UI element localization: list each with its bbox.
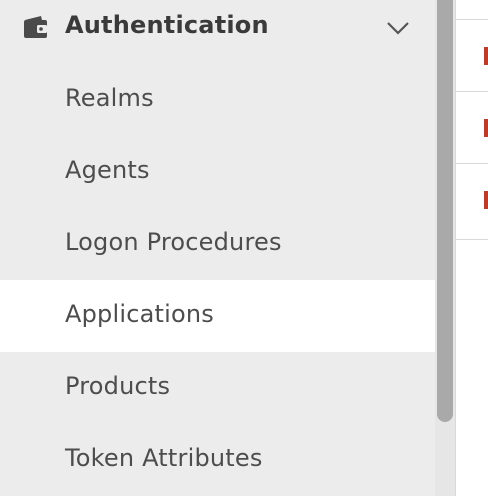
table-row[interactable]: [456, 92, 488, 164]
row-link-marker[interactable]: [484, 191, 488, 209]
sidebar-item-token-attributes[interactable]: Token Attributes: [0, 424, 435, 496]
sidebar-item-realms[interactable]: Realms: [0, 64, 435, 136]
sidebar-scrollbar[interactable]: [435, 0, 455, 496]
content-panel: [455, 0, 488, 496]
sidebar-item-products[interactable]: Products: [0, 352, 435, 424]
sidebar-item-logon-procedures[interactable]: Logon Procedures: [0, 208, 435, 280]
table-row[interactable]: [456, 0, 488, 20]
table-row[interactable]: [456, 20, 488, 92]
wallet-icon: [22, 14, 50, 40]
sidebar-item-label: Token Attributes: [65, 444, 263, 472]
sidebar-item-label: Realms: [65, 84, 154, 112]
sidebar-item-label: Products: [65, 372, 171, 400]
sidebar-nav: Authentication Realms Agents Logon Proce…: [0, 0, 435, 496]
app-root: Authentication Realms Agents Logon Proce…: [0, 0, 488, 496]
sidebar-item-label: Logon Procedures: [65, 228, 282, 256]
sidebar-item-applications[interactable]: Applications: [0, 280, 435, 352]
sidebar-item-label: Applications: [65, 300, 215, 328]
row-link-marker[interactable]: [484, 47, 488, 65]
section-title: Authentication: [65, 11, 269, 39]
table-row[interactable]: [456, 164, 488, 240]
section-header-authentication[interactable]: Authentication: [0, 0, 435, 56]
sidebar-item-label: Agents: [65, 156, 150, 184]
chevron-down-icon[interactable]: [384, 16, 412, 40]
row-link-marker[interactable]: [484, 119, 488, 137]
scrollbar-thumb[interactable]: [437, 0, 453, 422]
sidebar-item-agents[interactable]: Agents: [0, 136, 435, 208]
